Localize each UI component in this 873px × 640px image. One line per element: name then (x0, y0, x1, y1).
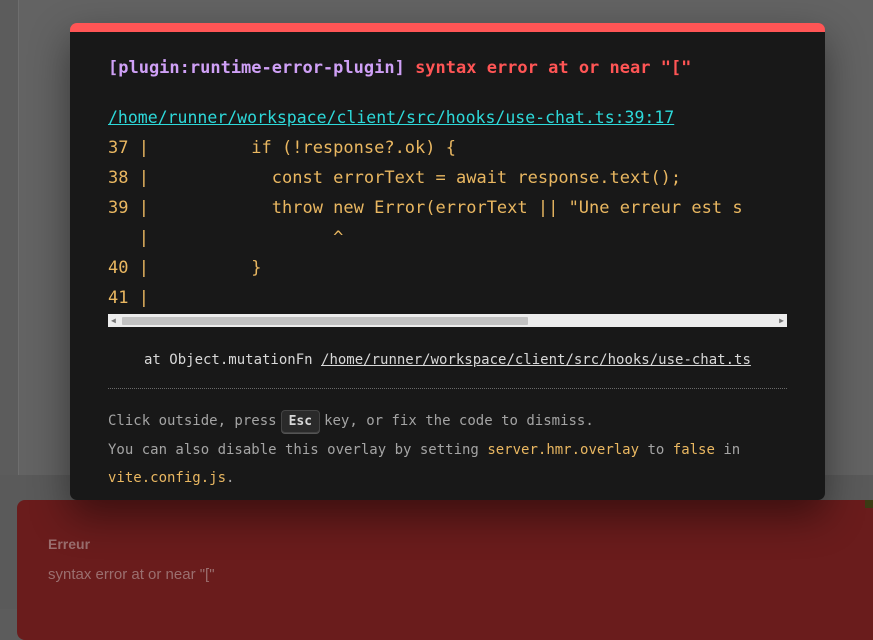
tip-text: You can also disable this overlay by set… (108, 442, 479, 458)
tip-text: . (226, 470, 235, 486)
tip-text: in (723, 442, 741, 458)
error-text: syntax error at or near "[" (415, 58, 692, 78)
stack-prefix: at Object.mutationFn (144, 352, 322, 368)
code-line: 37 | if (!response?.ok) { (108, 138, 456, 158)
plugin-name: [plugin:runtime-error-plugin] (108, 58, 405, 78)
config-tip: vite.config.js. (108, 470, 234, 486)
stack-file-link[interactable]: /home/runner/workspace/client/src/hooks/… (321, 352, 751, 368)
scroll-left-icon[interactable]: ◀ (111, 315, 116, 326)
error-toast[interactable]: Erreur syntax error at or near "[" (17, 500, 873, 640)
config-file: vite.config.js (108, 470, 227, 486)
toast-title: Erreur (48, 536, 91, 552)
scrollbar-thumb[interactable] (122, 317, 528, 325)
code-line: 40 | } (108, 258, 262, 278)
error-file-link[interactable]: /home/runner/workspace/client/src/hooks/… (108, 108, 674, 127)
error-overlay[interactable]: [plugin:runtime-error-plugin] syntax err… (70, 23, 825, 500)
code-line: 39 | throw new Error(errorText || "Une e… (108, 198, 743, 218)
toast-message: syntax error at or near "[" (48, 566, 215, 583)
tip-text: key, or fix the code to dismiss. (324, 413, 594, 429)
disable-tip: You can also disable this overlay by set… (108, 442, 740, 458)
code-line-caret: | ^ (108, 228, 344, 248)
horizontal-scrollbar[interactable]: ◀ ▶ (108, 314, 787, 327)
setting-name: server.hmr.overlay (487, 442, 640, 458)
esc-key-badge: Esc (280, 410, 321, 433)
dismiss-tip: Click outside, press Esc key, or fix the c… (108, 410, 594, 433)
error-message: [plugin:runtime-error-plugin] syntax err… (108, 58, 691, 78)
stack-trace: at Object.mutationFn /home/runner/worksp… (144, 352, 751, 368)
divider (108, 388, 787, 389)
false-value: false (672, 442, 715, 458)
code-frame[interactable]: 37 | if (!response?.ok) { 38 | const err… (108, 133, 787, 313)
scroll-right-icon[interactable]: ▶ (779, 315, 784, 326)
tip-text: to (647, 442, 665, 458)
tip-text: Click outside, press (108, 413, 277, 429)
code-line: 38 | const errorText = await response.te… (108, 168, 682, 188)
code-line: 41 | (108, 288, 149, 308)
toast-corner (865, 500, 873, 508)
